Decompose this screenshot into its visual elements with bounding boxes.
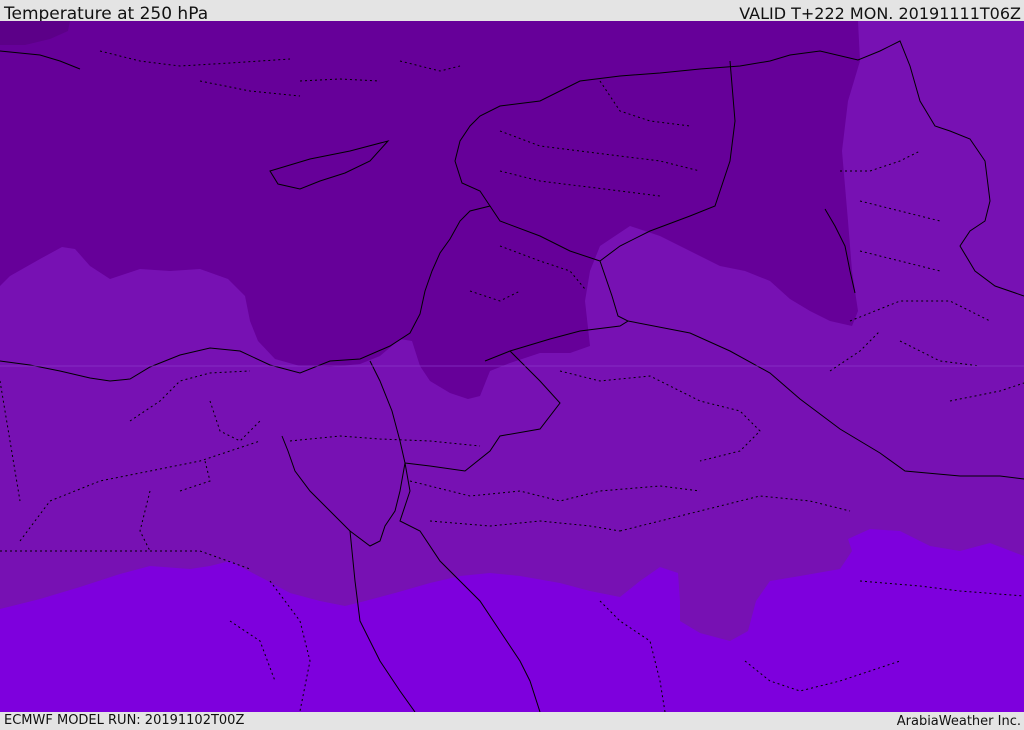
- credit: ArabiaWeather Inc.: [896, 714, 1021, 729]
- footer-bar: ECMWF MODEL RUN: 20191102T00Z ArabiaWeat…: [0, 712, 1024, 729]
- header-bar: Temperature at 250 hPa VALID T+222 MON. …: [0, 0, 1024, 24]
- weather-map[interactable]: [0, 21, 1024, 712]
- map-canvas[interactable]: [0, 21, 1024, 712]
- model-run: ECMWF MODEL RUN: 20191102T00Z: [4, 713, 245, 728]
